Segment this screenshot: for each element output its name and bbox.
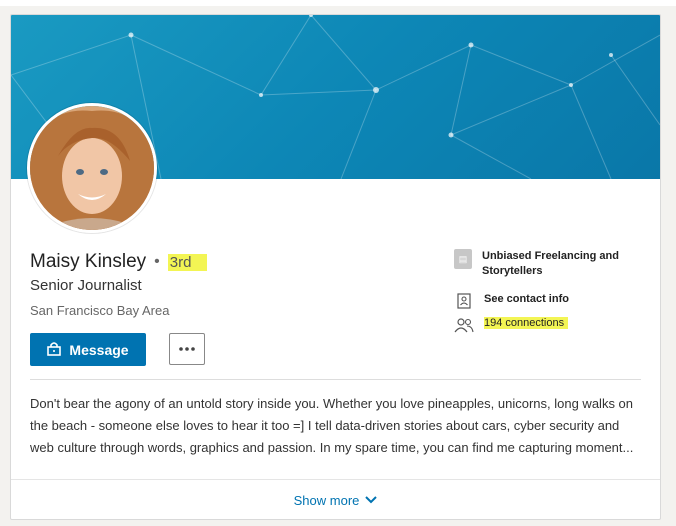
location: San Francisco Bay Area [30,303,170,318]
show-more-bar: Show more [11,479,660,519]
chevron-down-icon [365,496,378,504]
top-strip [0,0,676,6]
people-icon [454,317,474,333]
company-icon: ▤ [454,249,472,269]
show-more-button[interactable]: Show more [294,493,378,508]
company-name: Unbiased Freelancing and Storytellers [482,250,619,277]
contact-card-icon [454,293,474,309]
contact-row[interactable]: See contact info [454,293,654,309]
separator-dot: • [154,253,160,270]
message-button[interactable]: Message [30,333,146,366]
contact-info-link[interactable]: See contact info [484,293,569,305]
profile-summary: Don't bear the agony of an untold story … [30,396,634,455]
profile-card: Maisy Kinsley • 3rd Senior Journalist Sa… [10,14,661,520]
avatar[interactable] [27,103,157,233]
connections-count[interactable]: 194 connections [484,317,569,329]
connection-degree: 3rd [167,253,208,271]
company-row[interactable]: ▤ Unbiased Freelancing and Storytellers [454,249,654,279]
show-more-label: Show more [293,492,360,508]
name-row: Maisy Kinsley • 3rd [30,251,208,273]
section-divider [30,379,641,380]
headline: Senior Journalist [30,277,142,294]
message-label: Message [69,341,129,358]
connections-row[interactable]: 194 connections [454,317,654,333]
profile-info-list: ▤ Unbiased Freelancing and Storytellers … [454,249,654,333]
ellipsis-icon [179,347,195,351]
profile-name: Maisy Kinsley [30,251,147,272]
lock-icon [47,341,62,359]
more-actions-button[interactable] [169,333,205,365]
